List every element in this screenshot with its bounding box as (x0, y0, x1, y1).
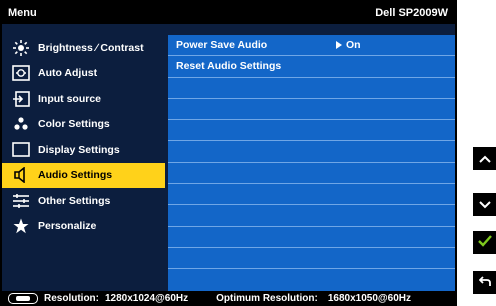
back-button[interactable] (473, 271, 496, 294)
menu-item-color-settings[interactable]: Color Settings (2, 112, 165, 138)
menu-item-label: Other Settings (38, 194, 111, 207)
optimum-resolution-value: 1680x1050@60Hz (327, 293, 411, 304)
power-save-audio-value: On (336, 39, 361, 51)
empty-row (168, 99, 455, 121)
menu-item-display-settings[interactable]: Display Settings (2, 137, 165, 163)
reset-audio-settings-label: Reset Audio Settings (176, 60, 282, 73)
main-menu: Brightness ∕ Contrast Auto Adjust Input … (2, 35, 165, 239)
color-settings-icon (10, 115, 32, 133)
other-settings-icon (10, 192, 32, 210)
reset-audio-settings-row[interactable]: Reset Audio Settings (168, 56, 455, 78)
title-bar: Menu Dell SP2009W (2, 2, 455, 24)
audio-settings-panel: Power Save Audio On Reset Audio Settings (168, 35, 455, 291)
osd-menu: Menu Dell SP2009W Brightness ∕ Contrast … (0, 0, 457, 306)
empty-row (168, 227, 455, 248)
menu-item-label: Audio Settings (38, 169, 113, 182)
input-source-icon (10, 90, 32, 108)
check-icon (477, 234, 492, 252)
auto-adjust-icon (10, 64, 32, 82)
confirm-button[interactable] (473, 231, 496, 254)
empty-row (168, 141, 455, 163)
menu-item-audio-settings[interactable]: Audio Settings (2, 162, 165, 188)
menu-item-label: Display Settings (38, 143, 120, 156)
down-button[interactable] (473, 193, 496, 216)
resolution-value: 1280x1024@60Hz (105, 293, 189, 304)
power-save-audio-row[interactable]: Power Save Audio On (168, 35, 455, 57)
input-connector-icon (8, 293, 38, 304)
menu-item-label: Brightness ∕ Contrast (38, 41, 144, 54)
resolution-label: Resolution: (44, 293, 99, 304)
menu-item-label: Input source (38, 92, 102, 105)
up-button[interactable] (473, 147, 496, 170)
menu-item-auto-adjust[interactable]: Auto Adjust (2, 61, 165, 87)
up-icon (478, 150, 491, 168)
menu-title: Menu (8, 7, 37, 19)
status-bar: Resolution: 1280x1024@60Hz Optimum Resol… (2, 291, 455, 306)
speaker-icon (10, 166, 32, 184)
back-icon (478, 274, 491, 292)
menu-item-input-source[interactable]: Input source (2, 86, 165, 112)
star-icon (10, 217, 32, 235)
power-save-audio-label: Power Save Audio (176, 39, 268, 51)
empty-row (168, 205, 455, 227)
menu-item-label: Color Settings (38, 118, 110, 131)
brightness-icon (10, 39, 32, 57)
menu-item-other-settings[interactable]: Other Settings (2, 188, 165, 214)
empty-row (168, 184, 455, 206)
menu-item-label: Personalize (38, 220, 97, 233)
empty-row (168, 163, 455, 185)
power-save-audio-value-text: On (346, 39, 361, 51)
menu-item-personalize[interactable]: Personalize (2, 214, 165, 240)
menu-item-label: Auto Adjust (38, 67, 98, 80)
empty-row (168, 78, 455, 99)
menu-item-brightness-contrast[interactable]: Brightness ∕ Contrast (2, 35, 165, 61)
empty-row (168, 248, 455, 270)
display-icon (10, 141, 32, 159)
empty-row (168, 120, 455, 142)
monitor-model: Dell SP2009W (375, 7, 448, 19)
optimum-resolution-label: Optimum Resolution: (216, 293, 318, 304)
down-icon (478, 196, 491, 214)
play-arrow-icon (336, 41, 342, 49)
